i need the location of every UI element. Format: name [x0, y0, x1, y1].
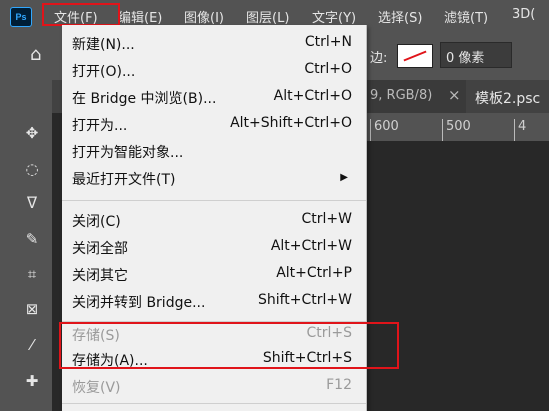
menu-item-shortcut: F12 [326, 377, 352, 393]
menu-item-shortcut: Shift+Ctrl+W [257, 292, 352, 308]
menu-separator [62, 200, 366, 201]
horizontal-ruler: 600 500 4 [366, 113, 549, 141]
menu-item-open-recent[interactable]: 最近打开文件(T) ▶ [72, 167, 352, 189]
menu-item-close-and-go-to-bridge[interactable]: 关闭并转到 Bridge... Shift+Ctrl+W [72, 290, 352, 312]
menu-item-open-as-smart-object[interactable]: 打开为智能对象... [72, 140, 352, 162]
close-icon[interactable]: × [448, 86, 461, 104]
menu-item-close-others[interactable]: 关闭其它 Alt+Ctrl+P [72, 263, 352, 285]
menu-item-close[interactable]: 关闭(C) Ctrl+W [72, 209, 352, 231]
move-tool-icon[interactable]: ✥ [22, 124, 42, 142]
menu-item-label: 关闭(C) [72, 214, 121, 230]
file-menu-highlight [42, 3, 120, 26]
save-as-highlight [59, 322, 399, 369]
menu-separator [62, 403, 366, 404]
ruler-tick-label: 4 [518, 119, 527, 134]
healing-brush-tool-icon[interactable]: ✚ [22, 372, 42, 390]
menu-item-shortcut: Alt+Ctrl+P [276, 265, 352, 281]
crop-tool-icon[interactable]: ⌗ [22, 265, 42, 283]
menu-item-new[interactable]: 新建(N)... Ctrl+N [72, 32, 352, 54]
menu-item-label: 关闭全部 [72, 241, 128, 257]
menu-item-label: 打开(O)... [72, 64, 136, 80]
lasso-tool-icon[interactable]: ᐁ [22, 194, 42, 212]
stroke-width-field[interactable]: 0 像素 [440, 42, 512, 68]
menu-item-label: 关闭其它 [72, 268, 128, 284]
submenu-arrow-icon: ▶ [340, 172, 348, 183]
red-slash-icon [403, 50, 427, 62]
menu-item-label: 最近打开文件(T) [72, 172, 176, 188]
home-icon[interactable]: ⌂ [30, 44, 41, 65]
photoshop-logo-icon: Ps [10, 7, 32, 27]
menu-item-shortcut: Ctrl+O [304, 61, 352, 77]
menu-item-shortcut: Ctrl+N [304, 34, 352, 50]
menu-layer[interactable]: 图层(L) [246, 7, 289, 26]
ruler-tick-label: 500 [446, 119, 471, 134]
canvas-area[interactable] [366, 141, 549, 411]
menu-item-label: 恢复(V) [72, 380, 121, 396]
menu-item-shortcut: Ctrl+W [301, 211, 352, 227]
menu-image[interactable]: 图像(I) [184, 7, 224, 26]
menu-item-shortcut: Alt+Ctrl+O [273, 88, 352, 104]
tab-doc1-label: 9, RGB/8) [370, 88, 433, 103]
menu-item-label: 打开为... [72, 118, 128, 134]
menu-filter[interactable]: 滤镜(T) [444, 7, 488, 26]
frame-tool-icon[interactable]: ⊠ [22, 300, 42, 318]
menu-item-revert[interactable]: 恢复(V) F12 [72, 375, 352, 397]
menu-item-label: 新建(N)... [72, 37, 135, 53]
menu-item-label: 关闭并转到 Bridge... [72, 295, 206, 311]
marquee-tool-icon[interactable]: ◌ [22, 160, 42, 178]
menu-item-label: 在 Bridge 中浏览(B)... [72, 91, 217, 107]
ruler-tick [370, 119, 371, 141]
menu-item-shortcut: Alt+Shift+Ctrl+O [230, 115, 352, 131]
menu-select[interactable]: 选择(S) [378, 7, 422, 26]
tab-doc2-label: 模板2.psc [475, 91, 541, 107]
eyedropper-tool-icon[interactable]: ⁄ [22, 336, 42, 354]
menu-item-shortcut: Alt+Ctrl+W [270, 238, 352, 254]
menu-item-open-as[interactable]: 打开为... Alt+Shift+Ctrl+O [72, 113, 352, 135]
menu-type[interactable]: 文字(Y) [312, 7, 356, 26]
menu-item-open[interactable]: 打开(O)... Ctrl+O [72, 59, 352, 81]
menu-item-close-all[interactable]: 关闭全部 Alt+Ctrl+W [72, 236, 352, 258]
menu-item-browse-in-bridge[interactable]: 在 Bridge 中浏览(B)... Alt+Ctrl+O [72, 86, 352, 108]
tab-doc1[interactable]: 9, RGB/8) × [366, 80, 466, 113]
stroke-swatch[interactable] [397, 44, 433, 68]
ruler-tick [442, 119, 443, 141]
edge-label: 边: [370, 51, 388, 66]
ruler-tick-label: 600 [374, 119, 399, 134]
menu-3d[interactable]: 3D( [512, 7, 535, 22]
menu-edit[interactable]: 编辑(E) [118, 7, 162, 26]
tab-doc2[interactable]: 模板2.psc [467, 80, 549, 113]
ruler-tick [514, 119, 515, 141]
magic-wand-tool-icon[interactable]: ✎ [22, 230, 42, 248]
menu-item-label: 打开为智能对象... [72, 145, 184, 161]
stroke-width-value: 0 像素 [446, 51, 485, 66]
tools-panel: ✥ ◌ ᐁ ✎ ⌗ ⊠ ⁄ ✚ [0, 80, 52, 411]
